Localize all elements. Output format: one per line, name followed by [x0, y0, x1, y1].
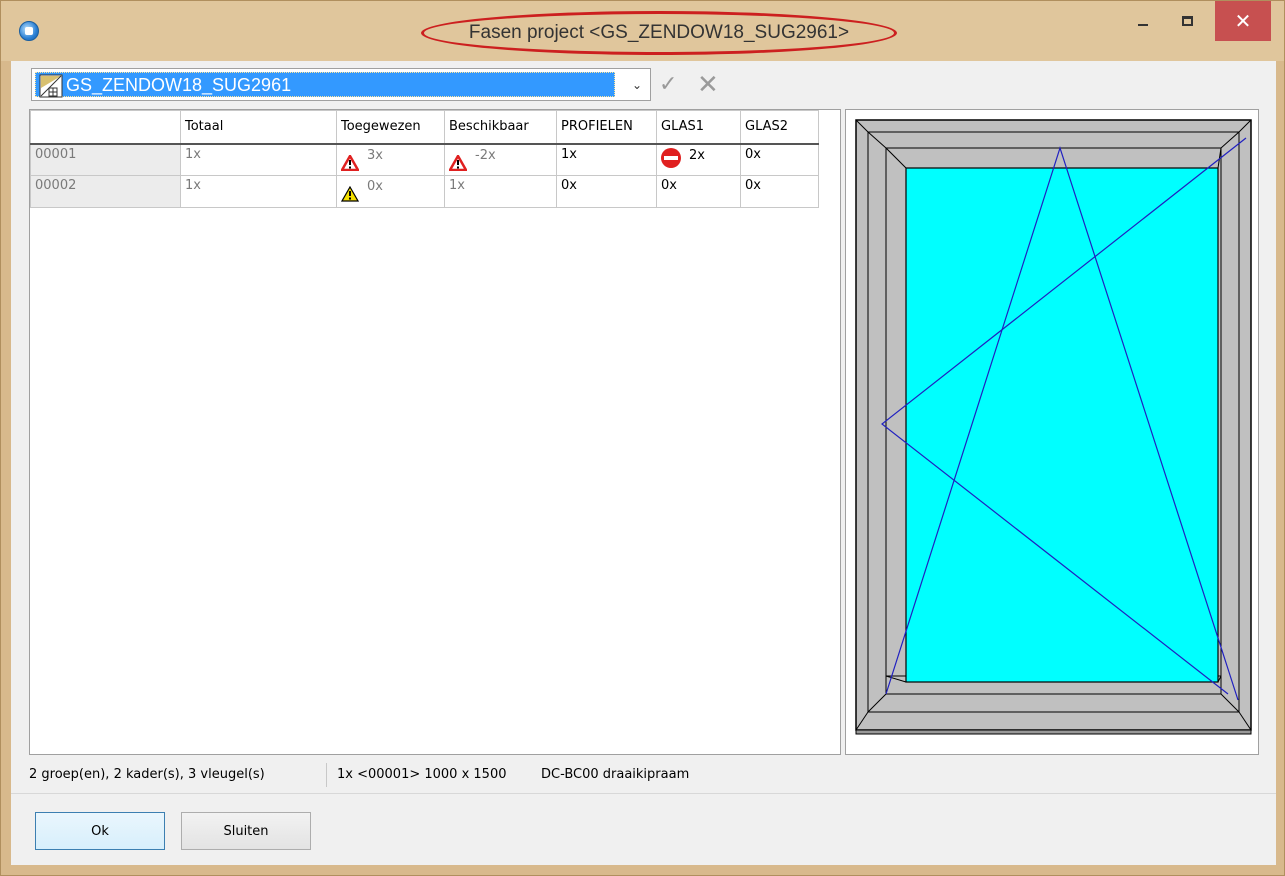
column-header-totaal[interactable]: Totaal	[180, 110, 337, 145]
cell-glas1[interactable]: 2x	[656, 143, 741, 176]
table-row[interactable]: 00002 1x 0x 1x 0x 0x 0x	[30, 175, 819, 208]
cell-toegewezen[interactable]: 0x	[336, 175, 445, 208]
cell-profielen[interactable]: 0x	[556, 175, 657, 208]
status-selection: 1x <00001> 1000 x 1500	[337, 767, 507, 782]
project-select-text: GS_ZENDOW18_SUG2961	[66, 75, 292, 95]
close-window-button[interactable]: ✕	[1215, 1, 1271, 41]
column-header-profielen[interactable]: PROFIELEN	[556, 110, 657, 145]
minimize-button[interactable]	[1121, 1, 1165, 41]
phases-grid[interactable]: Totaal Toegewezen Beschikbaar PROFIELEN …	[30, 110, 819, 208]
project-select-value[interactable]: GS_ZENDOW18_SUG2961	[35, 72, 615, 98]
cell-value: 3x	[367, 147, 383, 163]
warning-triangle-icon	[341, 186, 359, 202]
window-preview-panel	[845, 109, 1259, 755]
cell-glas2[interactable]: 0x	[740, 143, 819, 176]
cell-beschikbaar[interactable]: -2x	[444, 143, 557, 176]
maximize-button[interactable]	[1165, 1, 1209, 41]
error-triangle-icon	[449, 154, 467, 171]
grid-header-row: Totaal Toegewezen Beschikbaar PROFIELEN …	[30, 110, 819, 145]
minimize-icon	[1138, 24, 1148, 26]
cell-value: 0x	[367, 179, 383, 194]
column-header-glas2[interactable]: GLAS2	[740, 110, 819, 145]
close-icon: ✕	[1234, 10, 1252, 33]
column-header-beschikbaar[interactable]: Beschikbaar	[444, 110, 557, 145]
cell-glas2[interactable]: 0x	[740, 175, 819, 208]
phases-grid-panel[interactable]: Totaal Toegewezen Beschikbaar PROFIELEN …	[29, 109, 841, 755]
no-entry-icon	[661, 147, 681, 168]
project-select[interactable]: GS_ZENDOW18_SUG2961 ⌄	[31, 68, 651, 101]
close-button[interactable]: Sluiten	[181, 812, 311, 850]
error-triangle-icon	[341, 154, 359, 171]
dialog-window: Fasen project <GS_ZENDOW18_SUG2961> ✕ GS…	[0, 0, 1285, 876]
checkmark-icon[interactable]: ✓	[659, 71, 677, 97]
column-header-toegewezen[interactable]: Toegewezen	[336, 110, 445, 145]
status-type: DC-BC00 draaikipraam	[541, 767, 690, 782]
window-frame-icon	[39, 74, 63, 98]
row-id[interactable]: 00002	[30, 175, 181, 208]
maximize-icon	[1181, 16, 1193, 26]
window-preview-drawing	[855, 119, 1252, 735]
column-header-id[interactable]	[30, 110, 181, 145]
cancel-x-icon[interactable]: ✕	[697, 69, 719, 100]
status-summary: 2 groep(en), 2 kader(s), 3 vleugel(s)	[29, 763, 327, 787]
app-icon[interactable]	[19, 21, 39, 41]
ok-button[interactable]: Ok	[35, 812, 165, 850]
cell-value: -2x	[475, 147, 496, 163]
row-id[interactable]: 00001	[30, 143, 181, 176]
cell-totaal[interactable]: 1x	[180, 175, 337, 208]
cell-value: 2x	[689, 147, 705, 163]
cell-totaal[interactable]: 1x	[180, 143, 337, 176]
table-row[interactable]: 00001 1x 3x -2x 1x 2x 0x	[30, 143, 819, 176]
window-title: Fasen project <GS_ZENDOW18_SUG2961>	[468, 22, 850, 43]
chevron-down-icon[interactable]: ⌄	[624, 69, 650, 100]
status-bar: 2 groep(en), 2 kader(s), 3 vleugel(s) 1x…	[29, 763, 689, 787]
title-bar[interactable]: Fasen project <GS_ZENDOW18_SUG2961> ✕	[1, 1, 1284, 61]
column-header-glas1[interactable]: GLAS1	[656, 110, 741, 145]
divider	[11, 793, 1276, 794]
cell-glas1[interactable]: 0x	[656, 175, 741, 208]
dialog-client: GS_ZENDOW18_SUG2961 ⌄ ✓ ✕ Totaal Toegewe…	[11, 61, 1276, 865]
cell-profielen[interactable]: 1x	[556, 143, 657, 176]
cell-beschikbaar[interactable]: 1x	[444, 175, 557, 208]
cell-toegewezen[interactable]: 3x	[336, 143, 445, 176]
